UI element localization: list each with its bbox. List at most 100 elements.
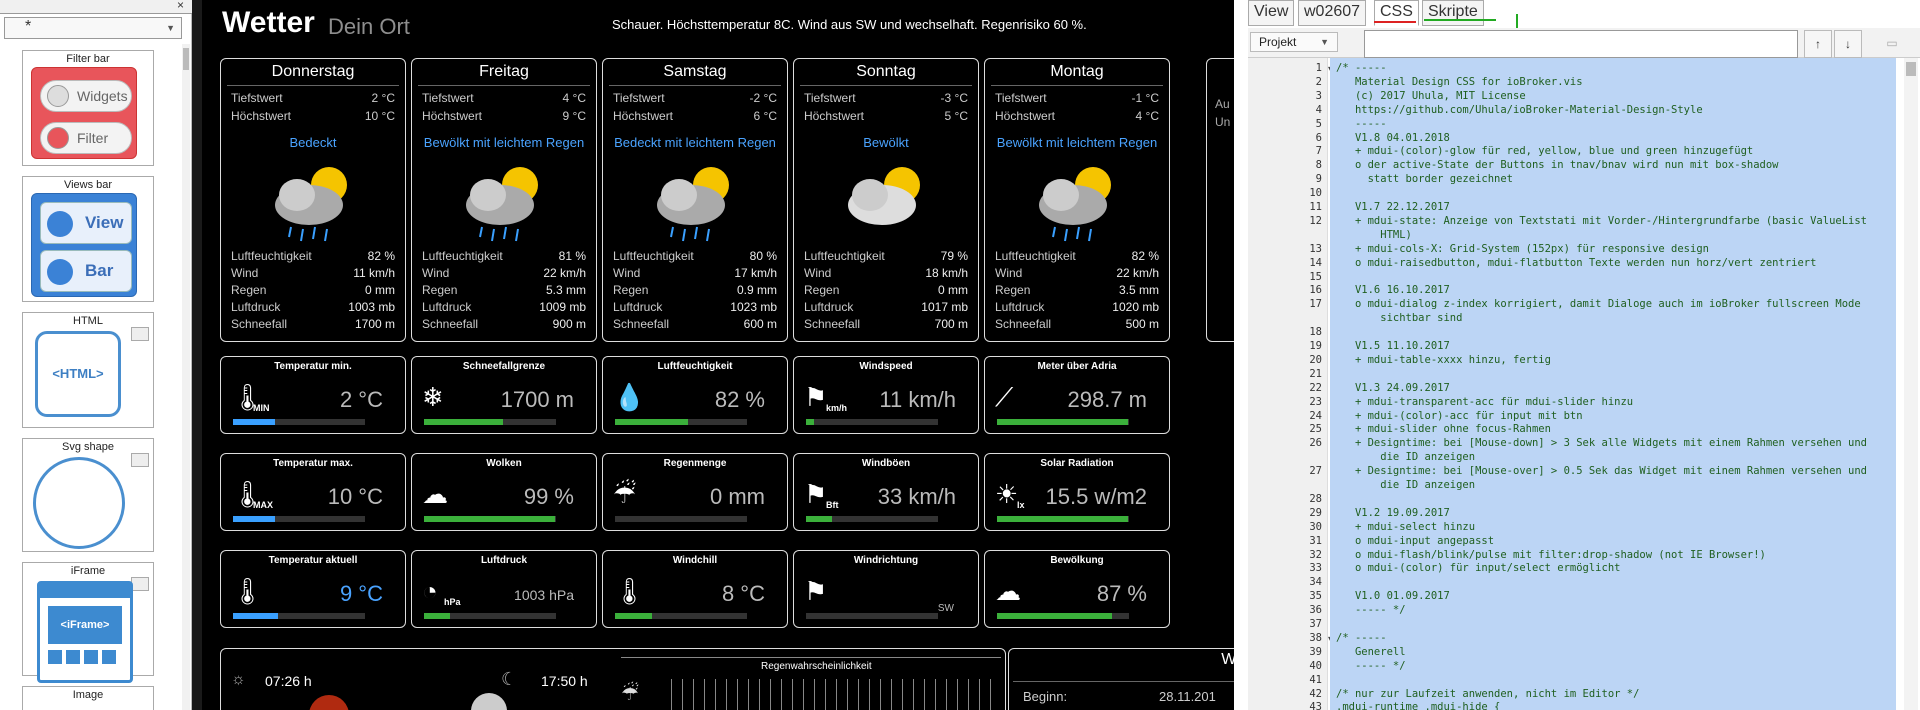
windchill-icon: 🌡 (613, 576, 647, 606)
palette-header: × (0, 0, 192, 14)
close-icon[interactable]: × (177, 0, 184, 12)
day-card: Samstag Tiefstwert -2 °C Höchstwert 6 °C B… (602, 58, 788, 342)
refresh-icon (47, 259, 73, 285)
line-number: 22 (1309, 381, 1322, 394)
sensor-tile: Windchill 🌡 8 °C (602, 550, 788, 628)
code-line: statt border gezeichnet (1336, 173, 1514, 186)
max-label: Höchstwert (804, 109, 865, 123)
condition-text: Bewölkt (863, 135, 909, 150)
widget-tile-html[interactable]: HTML <HTML> (22, 312, 154, 428)
line-number: 36 (1309, 604, 1322, 617)
line-number: 14 (1309, 256, 1322, 269)
code-line: ----- (1336, 117, 1387, 130)
rain-cloud-icon: ☔ (613, 479, 637, 509)
divider (1013, 681, 1234, 682)
wind-row: Wind 17 km/h (613, 266, 777, 283)
line-number: 5 (1315, 117, 1322, 130)
rain-row: Regen 0 mm (231, 283, 395, 300)
sensor-title: Windböen (861, 458, 911, 469)
search-up-button[interactable]: ↑ (1804, 30, 1832, 58)
editor-scrollbar[interactable] (1904, 58, 1918, 710)
snow-row: Schneefall 900 m (422, 317, 586, 334)
divider (227, 85, 399, 86)
scrollbar-thumb[interactable] (183, 48, 189, 70)
chevron-down-icon: ▼ (1320, 37, 1329, 47)
line-number: 19 (1309, 340, 1322, 352)
line-number: 23 (1309, 395, 1322, 408)
project-select[interactable]: Projekt ▼ (1250, 32, 1338, 52)
snow-label: Schneefall (231, 317, 288, 331)
pressure-label: Luftdruck (422, 300, 472, 314)
sensor-level-fill (615, 419, 688, 425)
cloud-sun-icon: ☁ (422, 479, 448, 509)
max-value: 6 °C (753, 109, 777, 123)
cloud-sun-icon: ☁ (995, 576, 1021, 606)
palette-scrollbar[interactable] (182, 44, 190, 710)
sensor-tile: Temperatur max. 🌡 MAX 10 °C (220, 453, 406, 531)
max-row: Höchstwert 6 °C (613, 109, 777, 125)
sensor-value: 1700 m (500, 387, 574, 412)
pressure-label: Luftdruck (231, 300, 281, 314)
canvas-edge (192, 0, 202, 710)
sensor-value: 11 km/h (879, 387, 956, 412)
widget-tile-iframe[interactable]: iFrame <iFrame> (22, 562, 154, 683)
wind-row: Wind 11 km/h (231, 266, 395, 283)
snow-value: 500 m (1125, 317, 1159, 331)
widget-tile-image[interactable]: Image (22, 686, 154, 710)
sun-lux-icon: ☀ (995, 479, 1019, 509)
widget-tile-views-bar[interactable]: Views bar View Bar (22, 176, 154, 302)
wind-label: Wind (422, 266, 450, 280)
sensor-title: Solar Radiation (1040, 458, 1114, 469)
sensor-level-bar (806, 419, 938, 425)
code-line: o mdui-input angepasst (1336, 534, 1495, 547)
sensor-level-fill (424, 419, 504, 425)
min-label: Tiefstwert (613, 91, 665, 105)
line-number: 30 (1309, 520, 1322, 533)
wind-value: 18 km/h (925, 266, 968, 280)
min-label: Tiefstwert (995, 91, 1047, 105)
sensor-level-fill (424, 613, 451, 619)
iframe-label: <iFrame> (48, 606, 122, 644)
snow-row: Schneefall 600 m (613, 317, 777, 334)
humidity-row: Luftfeuchtigkeit 82 % (231, 249, 395, 266)
humidity-row: Luftfeuchtigkeit 80 % (613, 249, 777, 266)
widget-set-select[interactable]: * ▼ (4, 17, 182, 39)
code-line: o mdui-flash/blink/pulse mit filter:drop… (1336, 548, 1766, 561)
code-line: V1.3 24.09.2017 (1336, 381, 1450, 394)
code-line: https://github.com/Uhula/ioBroker-Materi… (1336, 103, 1703, 116)
puzzle-icon (47, 85, 69, 107)
divider (800, 85, 972, 86)
line-number: 3 (1315, 89, 1322, 102)
line-number: 20 (1309, 353, 1322, 366)
sensor-value: 15.5 w/m2 (1045, 484, 1148, 509)
condition-text: Bewölkt mit leichtem Regen (423, 135, 585, 150)
search-down-button[interactable]: ↓ (1834, 30, 1862, 58)
forecast-text: Schauer. Höchsttemperatur 8C. Wind aus S… (612, 17, 1087, 32)
wind-value: 22 km/h (543, 266, 586, 280)
rain-cloud-icon: ☔ (621, 683, 639, 705)
sensor-level-fill (997, 613, 1112, 619)
sensor-level-fill (806, 419, 814, 425)
line-number: 43 (1309, 701, 1322, 710)
search-input[interactable] (1364, 30, 1798, 58)
divider (418, 85, 590, 86)
line-number: 41 (1309, 673, 1322, 686)
divider (621, 657, 1001, 658)
widget-tile-svg-shape[interactable]: Svg shape (22, 438, 154, 552)
clear-icon[interactable]: ▭ (1878, 30, 1906, 58)
divider (991, 85, 1163, 86)
widget-tile-filter-bar[interactable]: Filter bar Widgets Filter (22, 50, 154, 166)
line-number: 7 (1315, 145, 1322, 158)
weather-cloud-sun-icon (840, 155, 936, 255)
min-row: Tiefstwert -3 °C (804, 91, 968, 107)
code-area[interactable]: /* ----- Material Design CSS for ioBroke… (1328, 58, 1918, 710)
max-label: Höchstwert (995, 109, 1056, 123)
min-row: Tiefstwert 4 °C (422, 91, 586, 107)
humidity-value: 81 % (558, 249, 586, 263)
tile-label: Svg shape (62, 441, 114, 453)
bar-button-preview: Bar (40, 250, 132, 292)
sensor-value: 82 % (714, 387, 765, 412)
circle-shape-preview (33, 457, 125, 549)
pressure-label: Luftdruck (804, 300, 854, 314)
scrollbar-thumb[interactable] (1906, 62, 1916, 76)
